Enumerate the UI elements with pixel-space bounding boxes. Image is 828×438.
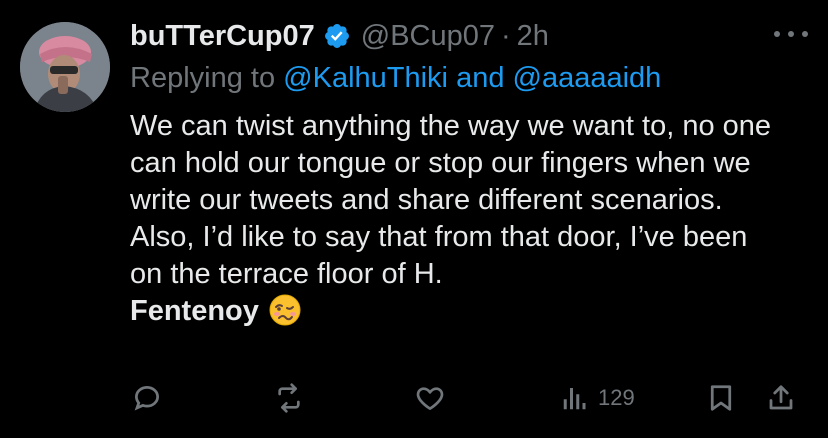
views-count: 129 xyxy=(598,385,635,410)
retweet-button[interactable] xyxy=(273,380,305,416)
woozy-face-icon xyxy=(269,294,301,326)
tweet-actions: 129 xyxy=(130,380,810,416)
reply-button[interactable] xyxy=(132,380,162,416)
tweet-timestamp[interactable]: 2h xyxy=(517,20,549,53)
mention-joiner[interactable]: and xyxy=(456,62,504,94)
avatar-image xyxy=(20,22,110,112)
mention-link[interactable]: @aaaaaidh xyxy=(513,62,662,94)
heart-icon xyxy=(414,382,446,414)
share-icon xyxy=(766,383,796,413)
tweet-text-bold: Fentenoy xyxy=(130,295,259,327)
views-button[interactable]: 129 xyxy=(560,380,635,416)
user-handle[interactable]: @BCup07 xyxy=(361,20,495,53)
mention-link[interactable]: @KalhuThiki xyxy=(283,62,448,94)
like-button[interactable] xyxy=(414,380,446,416)
separator-dot: · xyxy=(501,19,511,52)
replying-to-label: Replying to xyxy=(130,62,276,94)
tweet-text-main: We can twist anything the way we want to… xyxy=(130,110,772,290)
share-button[interactable] xyxy=(766,380,796,416)
bookmark-button[interactable] xyxy=(706,380,736,416)
avatar[interactable] xyxy=(20,22,110,112)
bookmark-icon xyxy=(706,383,736,413)
tweet-content: buTTerCup07 @BCup07 · 2h Replying to @Ka… xyxy=(130,14,810,330)
tweet-text: We can twist anything the way we want to… xyxy=(130,108,780,330)
reply-icon xyxy=(132,383,162,413)
tweet[interactable]: buTTerCup07 @BCup07 · 2h Replying to @Ka… xyxy=(0,0,828,438)
tweet-header: buTTerCup07 @BCup07 · 2h xyxy=(130,14,810,58)
views-icon xyxy=(560,383,590,413)
replying-to: Replying to @KalhuThiki and @aaaaaidh xyxy=(130,58,810,98)
display-name[interactable]: buTTerCup07 xyxy=(130,20,315,53)
verified-badge-icon xyxy=(323,22,351,50)
more-icon[interactable] xyxy=(774,28,808,40)
retweet-icon xyxy=(273,382,305,414)
